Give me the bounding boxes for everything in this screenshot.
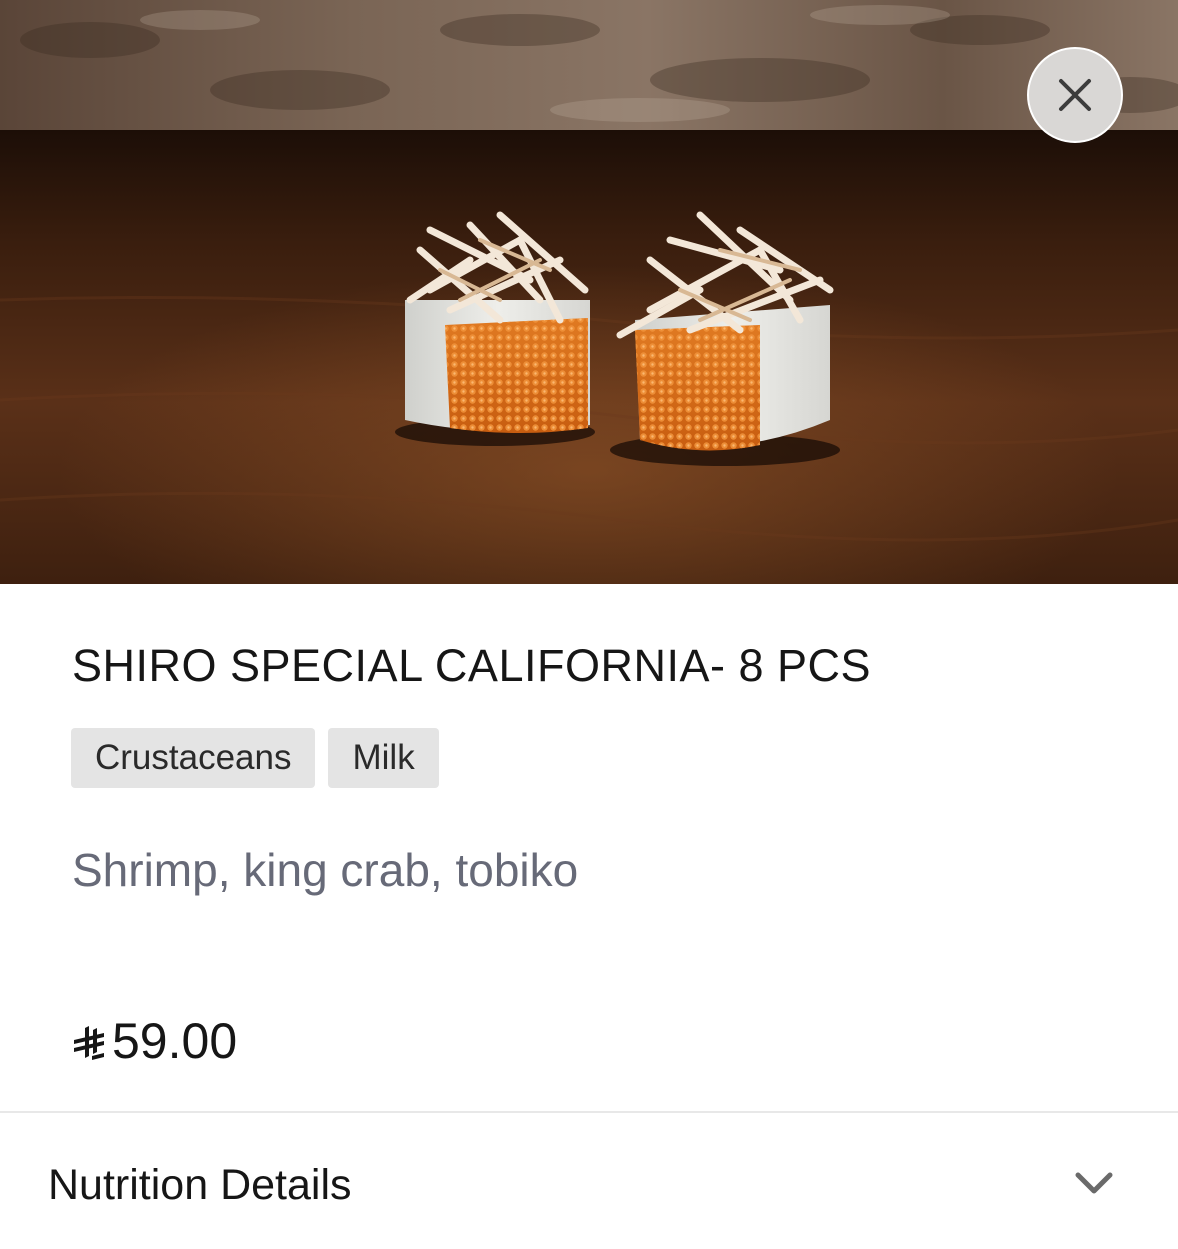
item-photo — [0, 0, 1178, 584]
item-description: Shrimp, king crab, tobiko — [72, 844, 579, 896]
allergen-tag-milk: Milk — [328, 728, 439, 788]
allergen-tags: Crustaceans Milk — [71, 728, 439, 788]
item-detail-sheet: SHIRO SPECIAL CALIFORNIA- 8 PCS Crustace… — [0, 0, 1178, 1249]
nutrition-details-label: Nutrition Details — [48, 1161, 352, 1209]
chevron-down-icon — [1075, 1172, 1113, 1194]
close-button[interactable] — [1027, 47, 1123, 143]
price-value: 59.00 — [112, 1013, 238, 1069]
saudi-riyal-icon — [74, 1026, 104, 1060]
item-title: SHIRO SPECIAL CALIFORNIA- 8 PCS — [72, 640, 872, 691]
item-price: 59.00 — [72, 1012, 237, 1070]
nutrition-details-toggle[interactable]: Nutrition Details — [0, 1113, 1178, 1249]
allergen-tag-crustaceans: Crustaceans — [71, 728, 316, 788]
close-icon — [1059, 79, 1091, 111]
